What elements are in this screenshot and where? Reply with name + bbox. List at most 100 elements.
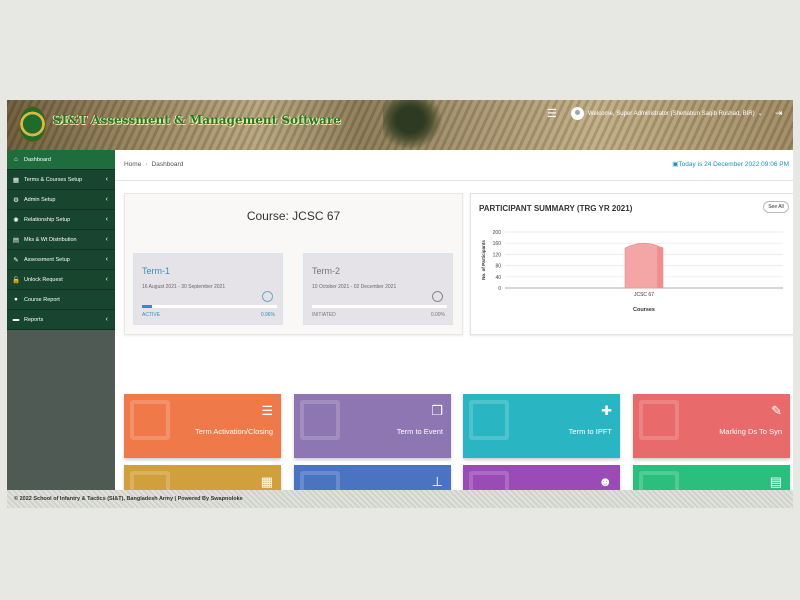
- sidebar: ⌂ Dashboard ▦ Terms & Courses Setup ‹ ⚙ Admin …: [7, 150, 115, 508]
- term-percent: 0.96%: [260, 312, 275, 318]
- bar-chart-icon: ▬: [12, 316, 20, 323]
- chevron-left-icon: ‹: [105, 256, 108, 263]
- sidebar-item-label: Admin Setup: [24, 196, 56, 203]
- term-progress-fill: [142, 305, 152, 308]
- top-header: SI&T Assessment & Management Software ☰ …: [7, 100, 793, 150]
- book-icon: ▤: [12, 236, 20, 244]
- participant-summary-card: PARTICIPANT SUMMARY (TRG YR 2021) See Al…: [470, 193, 793, 335]
- calendar-icon: ▦: [260, 474, 273, 489]
- gear-icon: ✺: [13, 216, 19, 224]
- term-name: Term-1: [142, 266, 171, 276]
- clock-icon: [432, 291, 443, 302]
- y-tick-label: 0: [498, 286, 501, 292]
- chevron-left-icon: ‹: [105, 216, 108, 223]
- cubes-icon: ❒: [431, 403, 443, 418]
- sliders-icon: ☰: [261, 403, 273, 418]
- sidebar-item-label: Course Report: [24, 296, 60, 303]
- users-icon: ☻: [598, 474, 612, 489]
- tile-label: Term Activation/Closing: [195, 427, 273, 436]
- cogs-icon: ⚙: [13, 196, 19, 204]
- y-tick-label: 200: [493, 230, 502, 236]
- sidebar-item-mks-wt-distribution[interactable]: ▤ Mks & Wt Distribution ‹: [7, 230, 115, 250]
- hamburger-menu-icon[interactable]: ☰: [547, 107, 557, 120]
- term-name: Term-2: [312, 266, 341, 276]
- sitemap-icon: ⊥: [431, 474, 443, 489]
- breadcrumb: Home › Dashboard: [124, 161, 183, 168]
- sidebar-item-terms-courses-setup[interactable]: ▦ Terms & Courses Setup ‹: [7, 170, 115, 190]
- sidebar-item-relationship-setup[interactable]: ✺ Relationship Setup ‹: [7, 210, 115, 230]
- breadcrumb-home[interactable]: Home: [124, 161, 141, 168]
- tile-term-activation-closing[interactable]: ☰ Term Activation/Closing: [124, 394, 281, 458]
- logo-icon[interactable]: [19, 106, 46, 142]
- term-dates: 10 October 2021 - 02 December 2021: [312, 284, 397, 290]
- term-card-1[interactable]: Term-1 16 August 2021 - 30 September 202…: [133, 253, 283, 325]
- tile-term-to-event[interactable]: ❒ Term to Event: [294, 394, 451, 458]
- main-content: Home › Dashboard ▣Today is 24 December 202…: [115, 150, 793, 508]
- sidebar-item-reports[interactable]: ▬ Reports ‹: [7, 310, 115, 330]
- tile-label: Term to IPFT: [568, 427, 612, 436]
- sidebar-item-label: Terms & Courses Setup: [24, 176, 83, 183]
- clock-icon: [262, 291, 273, 302]
- y-tick-label: 120: [493, 252, 502, 258]
- tile-label: Marking Ds To Syn: [719, 427, 782, 436]
- puzzle-icon: ✚: [601, 403, 612, 418]
- pencil-icon: ✎: [771, 403, 782, 418]
- term-dates: 16 August 2021 - 30 September 2021: [142, 284, 226, 290]
- header-soldier-image: [383, 100, 443, 150]
- chevron-left-icon: ‹: [105, 196, 108, 203]
- term-percent: 0.00%: [430, 312, 445, 318]
- pencil-icon: ✎: [13, 256, 19, 264]
- today-datetime: ▣Today is 24 December 2022 09:06 PM: [672, 160, 789, 168]
- sidebar-item-label: Unlock Request: [24, 276, 63, 283]
- calendar-icon: ▦: [12, 176, 20, 184]
- logout-icon[interactable]: ⇥: [775, 108, 783, 119]
- chevron-down-icon: ⌄: [757, 111, 763, 117]
- divider: [115, 180, 793, 181]
- sidebar-item-course-report[interactable]: ● Course Report: [7, 290, 115, 310]
- home-icon: ⌂: [14, 156, 18, 163]
- app-window: SI&T Assessment & Management Software ☰ …: [7, 100, 793, 508]
- course-card: Course: JCSC 67 Term-1 16 August 2021 - …: [124, 193, 463, 335]
- y-tick-label: 40: [495, 275, 501, 281]
- footer: © 2022 School of Infantry & Tactics (SI&…: [7, 490, 793, 508]
- see-all-button[interactable]: See All: [763, 201, 789, 213]
- x-axis-label: Courses: [633, 307, 655, 313]
- y-axis-label: No. of Participants: [481, 240, 486, 280]
- unlock-icon: 🔓: [12, 276, 21, 284]
- sidebar-item-label: Relationship Setup: [24, 216, 71, 223]
- chevron-left-icon: ‹: [105, 276, 108, 283]
- tile-marking-ds-to-syn[interactable]: ✎ Marking Ds To Syn: [633, 394, 790, 458]
- tile-watermark: [300, 400, 340, 440]
- sidebar-item-unlock-request[interactable]: 🔓 Unlock Request ‹: [7, 270, 115, 290]
- bar-side: [657, 247, 663, 288]
- breadcrumb-separator-icon: ›: [145, 161, 148, 168]
- participant-chart: 0 40 80 120 160 200 JCSC 67 Courses No. of Parti…: [481, 230, 783, 313]
- y-tick-label: 80: [495, 264, 501, 270]
- sidebar-item-admin-setup[interactable]: ⚙ Admin Setup ‹: [7, 190, 115, 210]
- sidebar-item-label: Dashboard: [24, 156, 51, 163]
- sidebar-item-assessment-setup[interactable]: ✎ Assessment Setup ‹: [7, 250, 115, 270]
- chevron-left-icon: ‹: [105, 176, 108, 183]
- sidebar-item-label: Assessment Setup: [24, 256, 70, 263]
- sidebar-item-label: Reports: [24, 316, 44, 323]
- course-title: Course: JCSC 67: [246, 209, 341, 223]
- breadcrumb-current: Dashboard: [151, 161, 184, 168]
- today-text: Today is 24 December 2022 09:06 PM: [678, 161, 789, 168]
- chevron-left-icon: ‹: [105, 316, 108, 323]
- tile-term-to-ipft[interactable]: ✚ Term to IPFT: [463, 394, 620, 458]
- summary-title: PARTICIPANT SUMMARY (TRG YR 2021): [479, 204, 633, 213]
- tile-label: Term to Event: [396, 427, 443, 436]
- term-card-2[interactable]: Term-2 10 October 2021 - 02 December 202…: [303, 253, 453, 325]
- tile-watermark: [469, 400, 509, 440]
- term-status: ACTIVE: [142, 312, 161, 318]
- book-icon: ▤: [769, 474, 782, 489]
- app-title[interactable]: SI&T Assessment & Management Software: [53, 113, 341, 127]
- user-avatar[interactable]: [571, 107, 584, 120]
- x-tick-label: JCSC 67: [634, 292, 654, 298]
- term-progress-bar: [142, 305, 277, 308]
- y-tick-label: 160: [493, 241, 502, 247]
- user-menu[interactable]: Welcome, Super Administrator (Shehabun S…: [588, 110, 763, 117]
- sidebar-item-dashboard[interactable]: ⌂ Dashboard: [7, 150, 115, 170]
- circle-icon: ●: [14, 296, 18, 303]
- tile-watermark: [130, 400, 170, 440]
